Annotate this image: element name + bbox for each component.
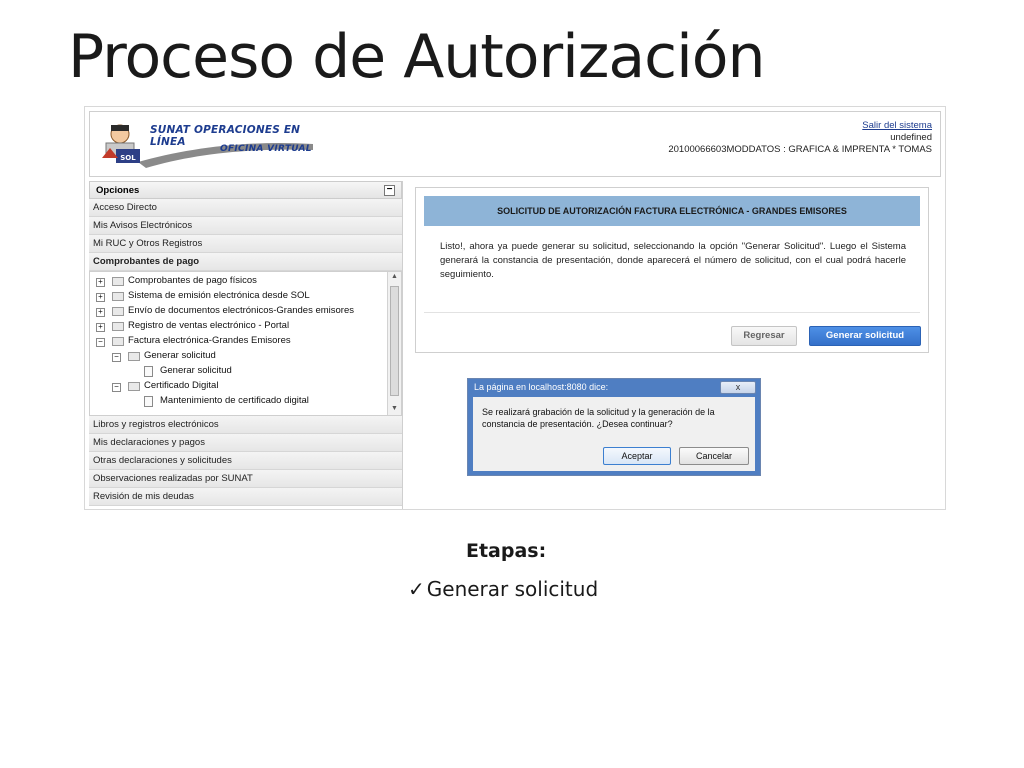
open-folder-icon xyxy=(112,337,124,346)
check-icon: ✓ xyxy=(408,577,425,601)
dialog-titlebar: La página en localhost:8080 dice: x xyxy=(470,381,758,395)
collapse-node-icon[interactable]: − xyxy=(112,383,121,392)
stage-label: Generar solicitud xyxy=(426,577,599,601)
back-button[interactable]: Regresar xyxy=(731,326,797,346)
menu-item-comprobantes[interactable]: Comprobantes de pago xyxy=(89,253,402,271)
confirm-dialog: La página en localhost:8080 dice: x Se r… xyxy=(467,378,761,476)
expand-icon[interactable]: + xyxy=(96,323,105,332)
tree-label: Factura electrónica-Grandes Emisores xyxy=(128,335,291,346)
sidebar-title: Opciones xyxy=(96,185,140,196)
panel-divider xyxy=(424,312,920,313)
collapse-node-icon[interactable]: − xyxy=(112,353,121,362)
expand-icon[interactable]: + xyxy=(96,293,105,302)
tree-label: Certificado Digital xyxy=(144,380,219,391)
user-status: undefined xyxy=(890,132,932,143)
menu-item-otras-declaraciones[interactable]: Otras declaraciones y solicitudes xyxy=(89,452,402,470)
stages-heading: Etapas: xyxy=(466,540,547,562)
menu-item-libros[interactable]: Libros y registros electrónicos xyxy=(89,416,402,434)
scrollbar-thumb[interactable] xyxy=(390,286,399,396)
panel-message: Listo!, ahora ya puede generar su solici… xyxy=(440,241,906,280)
document-icon xyxy=(144,396,153,407)
logout-link[interactable]: Salir del sistema xyxy=(862,120,932,131)
scroll-up-icon[interactable]: ▲ xyxy=(391,273,398,280)
logo-subtitle: OFICINA VIRTUAL xyxy=(220,144,312,154)
accept-button[interactable]: Aceptar xyxy=(603,447,671,465)
menu-item-avisos[interactable]: Mis Avisos Electrónicos xyxy=(89,217,402,235)
tree-label: Envío de documentos electrónicos-Grandes… xyxy=(128,305,355,316)
request-panel: SOLICITUD DE AUTORIZACIÓN FACTURA ELECTR… xyxy=(415,187,929,353)
options-sidebar: Opciones − Acceso Directo Mis Avisos Ele… xyxy=(89,181,403,509)
sunat-logo: SOL SUNAT OPERACIONES EN LÍNEA OFICINA V… xyxy=(98,118,318,172)
app-header: SOL SUNAT OPERACIONES EN LÍNEA OFICINA V… xyxy=(89,111,941,177)
tree-label: Sistema de emisión electrónica desde SOL xyxy=(128,290,310,301)
collapse-node-icon[interactable]: − xyxy=(96,338,105,347)
panel-title: SOLICITUD DE AUTORIZACIÓN FACTURA ELECTR… xyxy=(424,196,920,226)
expand-icon[interactable]: + xyxy=(96,278,105,287)
dialog-message: Se realizará grabación de la solicitud y… xyxy=(482,407,715,429)
dialog-body: Se realizará grabación de la solicitud y… xyxy=(473,397,755,471)
close-icon[interactable]: x xyxy=(720,381,756,394)
sidebar-header: Opciones − xyxy=(89,181,402,199)
expand-icon[interactable]: + xyxy=(96,308,105,317)
tree-label: Registro de ventas electrónico - Portal xyxy=(128,320,290,331)
menu-item-ruc[interactable]: Mi RUC y Otros Registros xyxy=(89,235,402,253)
cancel-button[interactable]: Cancelar xyxy=(679,447,749,465)
menu-tree: + Comprobantes de pago físicos + Sistema… xyxy=(89,271,402,416)
tree-label: Comprobantes de pago físicos xyxy=(128,275,257,286)
folder-icon xyxy=(112,292,124,301)
tree-label: Generar solicitud xyxy=(160,365,232,376)
tree-scrollbar[interactable]: ▲ ▼ xyxy=(387,272,401,415)
generate-request-button[interactable]: Generar solicitud xyxy=(809,326,921,346)
menu-item-observaciones[interactable]: Observaciones realizadas por SUNAT xyxy=(89,470,402,488)
user-account: 20100066603MODDATOS : GRAFICA & IMPRENTA… xyxy=(668,144,932,155)
open-folder-icon xyxy=(128,382,140,391)
app-screenshot: SOL SUNAT OPERACIONES EN LÍNEA OFICINA V… xyxy=(84,106,946,510)
slide-title: Proceso de Autorización xyxy=(68,22,766,92)
logo-badge: SOL xyxy=(120,154,136,162)
stage-item: ✓ Generar solicitud xyxy=(408,577,598,601)
folder-icon xyxy=(112,277,124,286)
tree-label: Generar solicitud xyxy=(144,350,216,361)
menu-item-declaraciones[interactable]: Mis declaraciones y pagos xyxy=(89,434,402,452)
scroll-down-icon[interactable]: ▼ xyxy=(391,405,398,412)
tree-label: Mantenimiento de certificado digital xyxy=(160,395,309,406)
open-folder-icon xyxy=(128,352,140,361)
collapse-icon[interactable]: − xyxy=(384,185,395,196)
dialog-title: La página en localhost:8080 dice: xyxy=(474,382,609,392)
menu-item-acceso-directo[interactable]: Acceso Directo xyxy=(89,199,402,217)
menu-item-deudas[interactable]: Revisión de mis deudas xyxy=(89,488,402,506)
folder-icon xyxy=(112,307,124,316)
user-info: Salir del sistema undefined 20100066603M… xyxy=(668,120,932,156)
document-icon xyxy=(144,366,153,377)
folder-icon xyxy=(112,322,124,331)
